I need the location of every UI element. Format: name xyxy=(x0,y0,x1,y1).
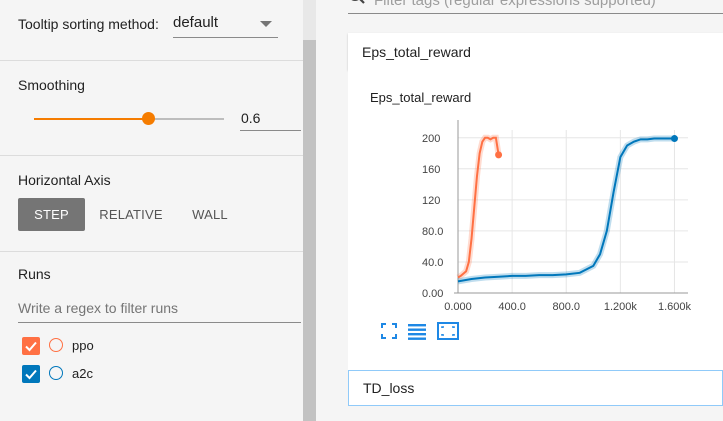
group-title: Eps_total_reward xyxy=(362,44,471,60)
checkmark-icon xyxy=(25,369,37,380)
toggle-y-log-icon[interactable] xyxy=(406,320,428,342)
tooltip-sorting-select[interactable]: default xyxy=(173,10,278,38)
fit-domain-icon[interactable] xyxy=(436,320,459,342)
group-header-td-loss[interactable]: TD_loss xyxy=(348,370,723,406)
y-tick-label: 80.0 xyxy=(422,226,443,238)
fullscreen-icon[interactable] xyxy=(378,320,400,342)
filter-tags-input[interactable]: Filter tags (regular expressions support… xyxy=(348,0,723,14)
run-color-circle-a2c[interactable] xyxy=(49,366,63,380)
sidebar: Tooltip sorting method: default Smoothin… xyxy=(0,0,303,421)
smoothing-value-input[interactable]: 0.6 xyxy=(240,104,301,131)
series-endpoint-ppo xyxy=(495,151,503,159)
run-color-circle-ppo[interactable] xyxy=(49,338,63,352)
tooltip-section: Tooltip sorting method: default xyxy=(0,0,303,61)
x-tick-label: 0.000 xyxy=(444,301,472,313)
x-tick-label: 1.200k xyxy=(604,301,638,313)
axis-wall-button[interactable]: WALL xyxy=(177,198,243,231)
x-tick-label: 400.0 xyxy=(498,301,526,313)
smoothing-value: 0.6 xyxy=(241,110,261,126)
x-tick-label: 1.600k xyxy=(658,301,692,313)
runs-filter-placeholder: Write a regex to filter runs xyxy=(18,300,179,316)
x-tick-label: 800.0 xyxy=(552,301,580,313)
runs-title: Runs xyxy=(18,266,51,282)
chart-card: Eps_total_reward 0.00 40.0 80.0 120 160 200 0.… xyxy=(348,70,723,370)
next-group-title: TD_loss xyxy=(363,380,415,396)
y-tick-label: 200 xyxy=(422,133,440,145)
sidebar-scrollbar-thumb[interactable] xyxy=(303,40,316,421)
y-tick-label: 120 xyxy=(422,195,440,207)
smoothing-slider-thumb[interactable] xyxy=(141,112,155,125)
y-tick-label: 0.00 xyxy=(422,288,443,300)
axis-relative-button[interactable]: RELATIVE xyxy=(94,198,168,231)
runs-filter-input[interactable]: Write a regex to filter runs xyxy=(18,292,301,323)
filter-tags-placeholder: Filter tags (regular expressions support… xyxy=(374,0,656,9)
axis-step-button[interactable]: STEP xyxy=(18,198,85,231)
horizontal-axis-title: Horizontal Axis xyxy=(18,172,111,188)
line-chart[interactable]: 0.00 40.0 80.0 120 160 200 0.000 400.0 800.0 1.20… xyxy=(348,70,723,320)
search-icon xyxy=(351,0,365,4)
run-label-ppo: ppo xyxy=(72,338,94,353)
smoothing-title: Smoothing xyxy=(18,77,85,93)
group-header-eps-total-reward[interactable]: Eps_total_reward xyxy=(348,33,723,70)
tooltip-sorting-value: default xyxy=(173,14,219,31)
y-tick-label: 40.0 xyxy=(422,257,443,269)
run-label-a2c: a2c xyxy=(72,366,93,381)
chevron-down-icon xyxy=(260,21,272,27)
checkmark-icon xyxy=(25,341,37,352)
run-checkbox-ppo[interactable] xyxy=(22,337,40,355)
run-checkbox-a2c[interactable] xyxy=(22,365,40,383)
y-tick-label: 160 xyxy=(422,164,440,176)
series-line-ppo xyxy=(457,136,500,279)
tooltip-sorting-label: Tooltip sorting method: xyxy=(18,16,159,32)
series-endpoint-a2c xyxy=(670,135,678,143)
smoothing-slider-fill xyxy=(34,118,148,120)
